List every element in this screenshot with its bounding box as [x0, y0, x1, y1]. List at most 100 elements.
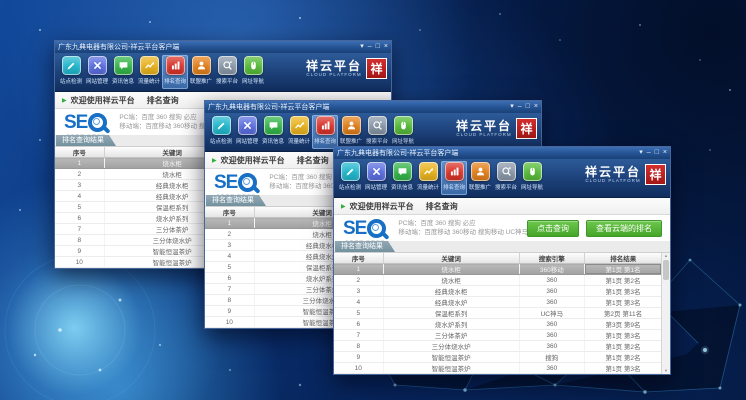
toolbar-item-site-manage[interactable]: 网站管理: [363, 161, 389, 191]
brand-badge-icon: 祥: [645, 164, 666, 185]
close-icon[interactable]: ×: [534, 103, 538, 111]
close-icon[interactable]: ×: [663, 149, 667, 157]
toolbar-item-traffic-stats[interactable]: 流量统计: [136, 55, 162, 85]
header-no: 序号: [55, 147, 104, 158]
barchart-icon: [445, 162, 464, 181]
toolbar-item-url-nav[interactable]: 网址导航: [390, 115, 416, 145]
table-row[interactable]: 9智能恒温茶炉搜狗第1页 第2名: [334, 352, 662, 363]
cell-keyword: 智能恒温茶炉: [383, 352, 519, 363]
brand-badge-icon: 祥: [366, 58, 387, 79]
table-row[interactable]: 5保温柜系列UC神马第2页 第11名: [334, 308, 662, 319]
breadcrumb-welcome: 欢迎使用祥云平台: [221, 155, 285, 166]
toolbar-item-site-manage[interactable]: 网站管理: [234, 115, 260, 145]
table-row[interactable]: 1烧水柜360移动第1页 第1名: [334, 264, 662, 275]
minimize-icon[interactable]: –: [647, 149, 651, 157]
cell-engine: UC神马: [519, 308, 585, 319]
table-row[interactable]: 8三分体烧水炉360第1页 第2名: [334, 341, 662, 352]
close-icon[interactable]: ×: [384, 43, 388, 51]
minimize-icon[interactable]: –: [518, 103, 522, 111]
toolbar-item-rank-query[interactable]: 排名查询: [162, 55, 188, 89]
breadcrumb-section: 排名查询: [297, 155, 329, 166]
toolbar-item-rank-query[interactable]: 排名查询: [312, 115, 338, 149]
tab-strip: 排名查询结果: [334, 241, 670, 253]
toolbar-item-search-platform[interactable]: 搜索平台: [493, 161, 519, 191]
message-icon: [264, 116, 283, 135]
table-row[interactable]: 10智能恒温茶炉360第1页 第3名: [334, 363, 662, 374]
toolbar-item-search-platform[interactable]: 搜索平台: [364, 115, 390, 145]
cell-no: 6: [334, 319, 383, 330]
toolbar-item-url-nav[interactable]: 网址导航: [519, 161, 545, 191]
window-controls: ▾ – □ ×: [639, 149, 667, 157]
cell-rank: 第1页 第3名: [585, 363, 662, 374]
toolbar-item-site-check[interactable]: 站点检测: [337, 161, 363, 191]
minimize-icon[interactable]: –: [368, 43, 372, 51]
toolbar-item-traffic-stats[interactable]: 流量统计: [415, 161, 441, 191]
cell-keyword: 三分体烧水炉: [383, 341, 519, 352]
view-cloud-rank-button[interactable]: 查看云端的排名: [586, 220, 662, 237]
seo-magnifier-icon: [88, 113, 107, 132]
scroll-down-icon[interactable]: ▼: [664, 368, 668, 374]
brand-subtitle: CLOUD PLATFORM: [585, 179, 641, 184]
toolbar-item-site-check[interactable]: 站点检测: [208, 115, 234, 145]
cell-no: 2: [205, 229, 254, 240]
main-toolbar: 站点检测 网站管理 资讯信息 流量统计: [334, 159, 670, 198]
toolbar-item-url-nav[interactable]: 网址导航: [240, 55, 266, 85]
app-window: 广东九典电器有限公司-祥云平台客户端 ▾ – □ × 站点检测 网站管理: [333, 146, 671, 375]
header-engine: 搜索引擎: [519, 253, 585, 264]
desktop: 广东九典电器有限公司-祥云平台客户端 ▾ – □ × 站点检测 网站管理: [0, 0, 746, 400]
maximize-icon[interactable]: □: [655, 149, 659, 157]
mouse-icon: [394, 116, 413, 135]
table-row[interactable]: 7三分体茶炉360第1页 第3名: [334, 330, 662, 341]
table-scrollbar[interactable]: ▲ ▼: [661, 253, 670, 374]
cell-keyword: 烧水柜: [383, 264, 519, 275]
query-panel: SE 点击无限 查看有效 PC端：百度 360 搜狗 必应 移动端：百度移动 3…: [334, 215, 670, 241]
cell-rank: 第1页 第2名: [585, 341, 662, 352]
seo-logo-letters: SE: [214, 173, 237, 192]
message-icon: [114, 56, 133, 75]
query-button[interactable]: 点击查询: [527, 220, 579, 237]
toolbar-item-traffic-stats[interactable]: 流量统计: [286, 115, 312, 145]
cell-no: 7: [205, 284, 254, 295]
brand-area: 祥云平台 CLOUD PLATFORM 祥: [456, 118, 537, 139]
toolbar-item-alliance-promo[interactable]: 联盟推广: [338, 115, 364, 145]
tab-rank-results[interactable]: 排名查询结果: [335, 241, 395, 252]
maximize-icon[interactable]: □: [526, 103, 530, 111]
skin-menu-icon[interactable]: ▾: [639, 149, 643, 157]
table-row[interactable]: 4经典烧水炉360第1页 第3名: [334, 297, 662, 308]
trend-icon: [290, 116, 309, 135]
tab-rank-results[interactable]: 排名查询结果: [56, 135, 116, 146]
toolbar-item-alliance-promo[interactable]: 联盟推广: [188, 55, 214, 85]
cell-no: 9: [334, 352, 383, 363]
title-bar[interactable]: 广东九典电器有限公司-祥云平台客户端 ▾ – □ ×: [55, 41, 391, 53]
table-row[interactable]: 2烧水柜360第1页 第2名: [334, 275, 662, 286]
tab-rank-results[interactable]: 排名查询结果: [206, 195, 266, 206]
title-bar[interactable]: 广东九典电器有限公司-祥云平台客户端 ▾ – □ ×: [205, 101, 541, 113]
maximize-icon[interactable]: □: [376, 43, 380, 51]
cell-no: 5: [334, 308, 383, 319]
person-icon: [342, 116, 361, 135]
barchart-icon: [316, 116, 335, 135]
scroll-up-icon[interactable]: ▲: [664, 253, 668, 259]
toolbar-item-search-platform[interactable]: 搜索平台: [214, 55, 240, 85]
cell-no: 10: [55, 257, 104, 268]
cell-rank: 第2页 第11名: [585, 308, 662, 319]
skin-menu-icon[interactable]: ▾: [510, 103, 514, 111]
toolbar-item-site-manage[interactable]: 网站管理: [84, 55, 110, 85]
toolbar-item-rank-query[interactable]: 排名查询: [441, 161, 467, 195]
cell-keyword: 智能恒温茶炉: [383, 363, 519, 374]
cell-keyword: 经典烧水炉: [383, 297, 519, 308]
window-title: 广东九典电器有限公司-祥云平台客户端: [337, 148, 639, 158]
toolbar-item-news-info[interactable]: 资讯信息: [389, 161, 415, 191]
table-row[interactable]: 6烧水炉系列360第3页 第9名: [334, 319, 662, 330]
scroll-thumb[interactable]: [663, 260, 669, 280]
toolbar-item-alliance-promo[interactable]: 联盟推广: [467, 161, 493, 191]
title-bar[interactable]: 广东九典电器有限公司-祥云平台客户端 ▾ – □ ×: [334, 147, 670, 159]
toolbar-item-site-check[interactable]: 站点检测: [58, 55, 84, 85]
main-toolbar: 站点检测 网站管理 资讯信息 流量统计: [55, 53, 391, 92]
toolbar-item-news-info[interactable]: 资讯信息: [110, 55, 136, 85]
breadcrumb-welcome: 欢迎使用祥云平台: [350, 201, 414, 212]
toolbar-item-news-info[interactable]: 资讯信息: [260, 115, 286, 145]
skin-menu-icon[interactable]: ▾: [360, 43, 364, 51]
window-controls: ▾ – □ ×: [510, 103, 538, 111]
table-row[interactable]: 3经典烧水柜360第1页 第3名: [334, 286, 662, 297]
